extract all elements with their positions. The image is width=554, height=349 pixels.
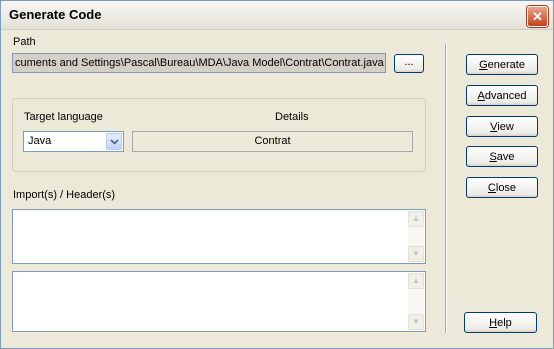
imports-scrollbar[interactable]: ▲ ▼	[408, 211, 424, 262]
target-language-select[interactable]: Java	[23, 131, 124, 152]
path-field[interactable]: cuments and Settings\Pascal\Bureau\MDA\J…	[12, 53, 386, 73]
generate-code-dialog: Generate Code ✕ Path cuments and Setting…	[0, 0, 554, 349]
save-button[interactable]: Save	[466, 146, 538, 167]
view-button[interactable]: View	[466, 116, 538, 137]
scroll-down-icon[interactable]: ▼	[408, 314, 424, 330]
scroll-up-icon[interactable]: ▲	[408, 211, 424, 227]
vertical-separator	[445, 44, 447, 333]
browse-button-label: ...	[404, 56, 414, 68]
chevron-down-icon[interactable]	[106, 133, 122, 150]
scroll-down-icon[interactable]: ▼	[408, 246, 424, 262]
advanced-button[interactable]: Advanced	[466, 85, 538, 106]
title-bar[interactable]: Generate Code ✕	[1, 1, 553, 30]
browse-button[interactable]: ...	[394, 54, 424, 73]
close-icon: ✕	[532, 9, 543, 24]
imports-label: Import(s) / Header(s)	[13, 189, 116, 201]
scroll-up-icon[interactable]: ▲	[408, 273, 424, 289]
imports-textarea[interactable]: ▲ ▼	[12, 209, 426, 264]
close-button[interactable]: Close	[466, 177, 538, 198]
details-field: Contrat	[132, 131, 413, 152]
details-label: Details	[275, 111, 309, 123]
close-window-button[interactable]: ✕	[527, 6, 548, 27]
generate-button[interactable]: Generate	[466, 54, 538, 75]
dialog-title: Generate Code	[9, 7, 102, 22]
target-language-label: Target language	[24, 111, 103, 123]
code-scrollbar[interactable]: ▲ ▼	[408, 273, 424, 330]
target-language-value: Java	[28, 135, 52, 147]
path-label: Path	[13, 36, 36, 48]
code-textarea[interactable]: ▲ ▼	[12, 271, 426, 332]
help-button[interactable]: Help	[464, 312, 537, 333]
